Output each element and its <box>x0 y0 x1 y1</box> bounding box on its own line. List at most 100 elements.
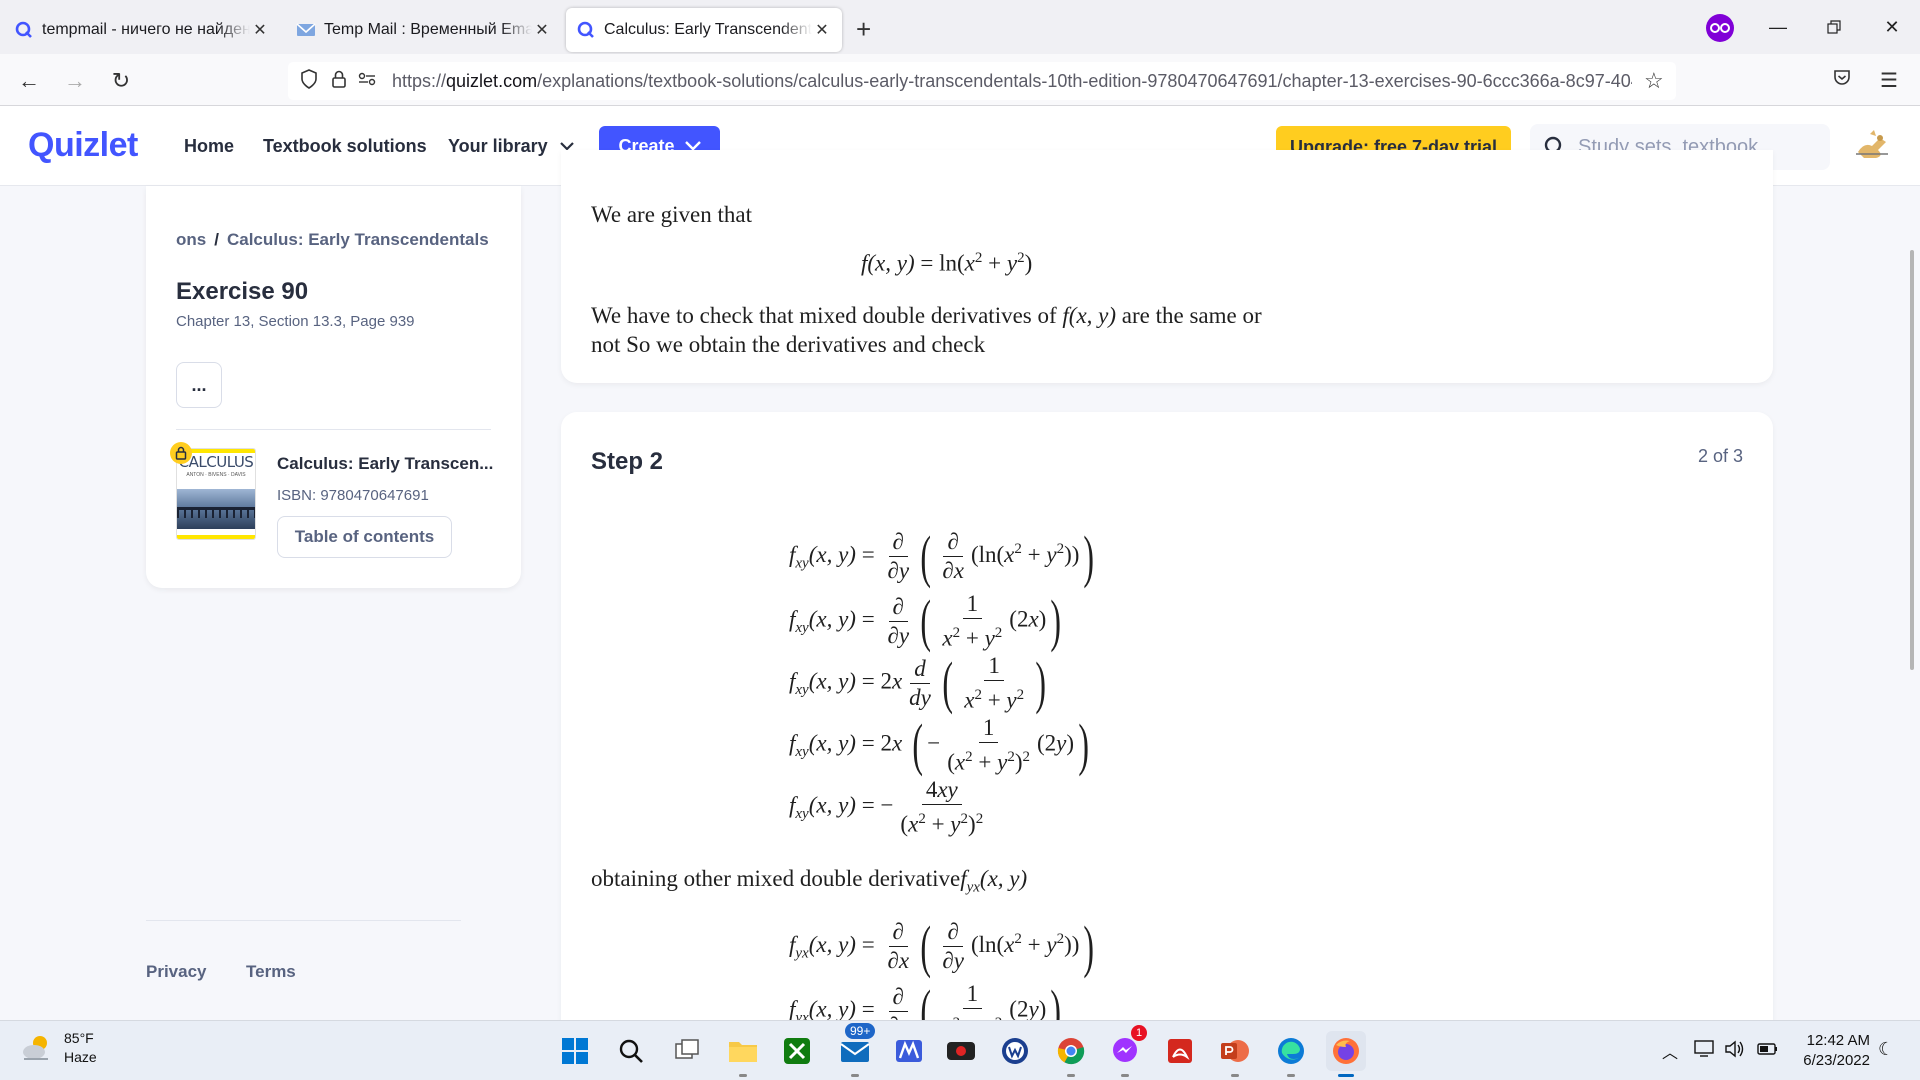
browser-w-icon[interactable] <box>995 1031 1035 1071</box>
battery-icon[interactable] <box>1756 1039 1780 1064</box>
exercise-title: Exercise 90 <box>176 278 309 305</box>
mail-badge: 99+ <box>845 1023 876 1039</box>
minimize-icon[interactable]: — <box>1758 12 1798 42</box>
step-title: Step 2 <box>591 448 664 475</box>
lock-icon[interactable] <box>332 70 346 93</box>
acrobat-icon[interactable] <box>1160 1031 1200 1071</box>
screen-recorder-icon[interactable] <box>941 1031 981 1071</box>
book-cover-image[interactable]: CALCULUS ANTON · BIVENS · DAVIS <box>176 448 256 540</box>
tab-title: Calculus: Early Transcendentals <box>604 21 812 38</box>
xbox-icon[interactable] <box>777 1031 817 1071</box>
new-tab-icon[interactable]: + <box>856 14 871 45</box>
weather-condition: Haze <box>64 1049 97 1065</box>
browser-toolbar: ← → ↻ https://quizlet.com/explanations/t… <box>0 54 1920 106</box>
shield-icon[interactable] <box>300 68 318 94</box>
chrome-icon[interactable] <box>1051 1031 1091 1077</box>
step-counter: 2 of 3 <box>1697 446 1743 466</box>
weather-temp: 85°F <box>64 1030 94 1046</box>
page-scrollbar[interactable] <box>1910 250 1914 670</box>
weather-haze-icon <box>23 1036 48 1060</box>
chevron-up-icon[interactable]: ︿ <box>1662 1039 1678 1063</box>
firefox-icon[interactable] <box>1326 1031 1366 1077</box>
search-icon[interactable] <box>611 1031 651 1071</box>
close-window-icon[interactable]: ✕ <box>1872 12 1912 42</box>
breadcrumb-separator: / <box>214 230 219 249</box>
privacy-link[interactable]: Privacy <box>146 962 207 982</box>
url-text: https://quizlet.com/explanations/textboo… <box>392 70 1632 91</box>
browser-tab-1[interactable]: tempmail - ничего не найдено ✕ <box>4 8 280 52</box>
task-view-icon[interactable] <box>667 1031 707 1071</box>
equation-line-5: fxy(x, y) = −4xy (x2 + y2)2 <box>789 777 984 837</box>
private-browsing-icon[interactable] <box>1706 14 1734 42</box>
forward-arrow-icon[interactable]: → <box>58 64 92 98</box>
messenger-icon[interactable]: 1 <box>1105 1025 1147 1077</box>
quizlet-logo[interactable]: Quizlet <box>28 126 138 165</box>
browser-tab-3-active[interactable]: Calculus: Early Transcendentals ✕ <box>566 8 842 52</box>
windows-start-icon[interactable] <box>555 1031 595 1071</box>
browser-tab-2[interactable]: Temp Mail : Временный Email ✕ <box>286 8 562 52</box>
footer-divider <box>146 920 461 921</box>
system-clock[interactable]: 12:42 AM 6/23/2022 <box>1803 1031 1870 1071</box>
equation-line-2: fxy(x, y) = ∂ ∂y(1 x2 + y2 (2x)) <box>789 588 1062 654</box>
cover-authors: ANTON · BIVENS · DAVIS <box>186 472 246 478</box>
nav-home[interactable]: Home <box>184 136 234 157</box>
quizlet-q-icon <box>576 20 596 40</box>
step-2-card: Step 2 2 of 3 fxy(x, y) = ∂ ∂y(∂ ∂x (ln(x2 … <box>561 412 1773 1080</box>
tab-title: tempmail - ничего не найдено <box>42 21 250 38</box>
nav-textbook-solutions[interactable]: Textbook solutions <box>263 136 427 157</box>
equation-line-1: fxy(x, y) = ∂ ∂y(∂ ∂x (ln(x2 + y2))) <box>789 523 1095 589</box>
divider <box>176 429 491 430</box>
exercise-location: Chapter 13, Section 13.3, Page 939 <box>176 313 415 330</box>
browser-tab-strip: tempmail - ничего не найдено ✕ Temp Mail… <box>0 0 1920 54</box>
powerpoint-icon[interactable] <box>1215 1031 1255 1077</box>
pocket-icon[interactable] <box>1832 68 1852 93</box>
book-title-link[interactable]: Calculus: Early Transcen... <box>277 454 493 474</box>
app-m-icon[interactable] <box>889 1031 929 1071</box>
network-icon[interactable] <box>1694 1039 1716 1064</box>
edge-icon[interactable] <box>1271 1031 1311 1077</box>
breadcrumb-book-link[interactable]: Calculus: Early Transcendentals <box>227 230 489 249</box>
close-tab-icon[interactable]: ✕ <box>532 20 552 40</box>
mail-envelope-icon <box>296 20 316 40</box>
avatar[interactable] <box>1850 124 1894 168</box>
clock-time: 12:42 AM <box>1806 1032 1870 1049</box>
terms-link[interactable]: Terms <box>246 962 296 982</box>
more-options-button[interactable]: ... <box>176 362 222 408</box>
close-tab-icon[interactable]: ✕ <box>812 20 832 40</box>
equation-line-6: fyx(x, y) = ∂ ∂x(∂ ∂y (ln(x2 + y2))) <box>789 913 1095 979</box>
step1-check-text: We have to check that mixed double deriv… <box>591 301 1262 330</box>
menu-hamburger-icon[interactable]: ☰ <box>1880 68 1898 93</box>
fxy-inline-math: f(x, y) <box>1062 303 1117 328</box>
volume-icon[interactable] <box>1724 1039 1746 1064</box>
equation-line-4: fxy(x, y) = 2x (−1 (x2 + y2)2 (2y)) <box>789 712 1090 778</box>
function-equation: f(x, y) = ln(x2 + y2) <box>861 250 1033 276</box>
quizlet-q-icon <box>14 20 34 40</box>
windows-taskbar: 85°F Haze 99+ 1 ︿ 12:42 AM 6/23/2022 ☾ <box>0 1020 1920 1080</box>
tab-title: Temp Mail : Временный Email <box>324 21 532 38</box>
nav-your-library-label: Your library <box>448 136 548 156</box>
nav-your-library[interactable]: Your library <box>448 136 574 157</box>
restore-icon[interactable] <box>1814 12 1854 42</box>
breadcrumb-partial-link[interactable]: ons <box>176 230 206 249</box>
step2-other-text: obtaining other mixed double derivativef… <box>591 864 1027 903</box>
exercise-info-card: ons / Calculus: Early Transcendentals Exer… <box>146 186 521 588</box>
fyx-inline-math: fyx(x, y) <box>960 866 1028 896</box>
mail-icon[interactable]: 99+ <box>835 1023 876 1077</box>
clock-date: 6/23/2022 <box>1803 1052 1870 1069</box>
step1-check-line1b: are the same or <box>1121 303 1262 328</box>
step1-given-text: We are given that <box>591 202 752 227</box>
lock-icon <box>170 442 192 464</box>
bookmark-star-icon[interactable]: ☆ <box>1644 68 1664 94</box>
step-1-card: We are given that f(x, y) = ln(x2 + y2) … <box>561 150 1773 383</box>
file-explorer-icon[interactable] <box>723 1031 763 1077</box>
back-arrow-icon[interactable]: ← <box>12 64 46 98</box>
step1-check-line1: We have to check that mixed double deriv… <box>591 303 1057 328</box>
messenger-badge: 1 <box>1131 1025 1147 1041</box>
weather-widget[interactable]: 85°F Haze <box>20 1029 97 1067</box>
table-of-contents-button[interactable]: Table of contents <box>277 516 452 558</box>
close-tab-icon[interactable]: ✕ <box>250 20 270 40</box>
notifications-moon-icon[interactable]: ☾ <box>1878 1039 1894 1060</box>
reload-icon[interactable]: ↻ <box>104 64 138 98</box>
url-bar[interactable]: https://quizlet.com/explanations/textboo… <box>288 62 1676 100</box>
permissions-icon[interactable] <box>358 72 376 91</box>
